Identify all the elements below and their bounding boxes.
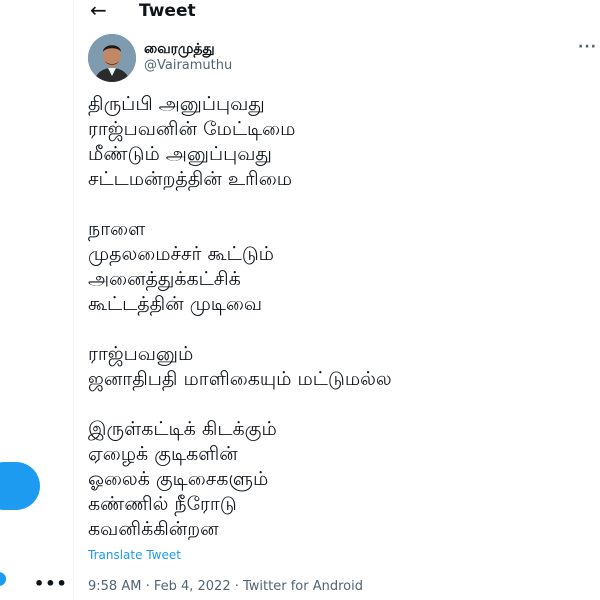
compose-tweet-button[interactable] bbox=[0, 462, 40, 510]
tweet-line: சட்டமன்றத்தின் உரிமை bbox=[88, 168, 292, 190]
author-name[interactable]: வைரமுத்து bbox=[144, 40, 215, 58]
tweet-line: அனைத்துக்கட்சிக் bbox=[88, 268, 241, 290]
tweet-line: மீண்டும் அனுப்புவது bbox=[88, 143, 272, 165]
tweet-text: திருப்பி அனுப்புவது ராஜ்பவனின் மேட்டிமை … bbox=[88, 92, 588, 542]
tweet-line: ராஜ்பவனும் bbox=[88, 343, 194, 365]
tweet-line: நாளை bbox=[88, 218, 146, 240]
column-divider bbox=[73, 0, 74, 600]
page-title: Tweet bbox=[139, 1, 196, 21]
author-handle[interactable]: @Vairamuthu bbox=[144, 58, 232, 74]
tweet-timestamp[interactable]: 9:58 AM · Feb 4, 2022 · Twitter for Andr… bbox=[88, 579, 363, 595]
tweet-line: ராஜ்பவனின் மேட்டிமை bbox=[88, 118, 296, 140]
tweet-line: ஜனாதிபதி மாளிகையும் மட்டுமல்ல bbox=[88, 368, 392, 390]
tweet-line: ஏழைக் குடிகளின் bbox=[88, 443, 238, 465]
account-more-icon[interactable]: ••• bbox=[34, 576, 68, 592]
tweet-line: கண்ணில் நீரோடு bbox=[88, 493, 237, 515]
translate-tweet-link[interactable]: Translate Tweet bbox=[88, 547, 181, 563]
tweet-line: ஓலைக் குடிசைகளும் bbox=[88, 468, 269, 490]
ellipsis-icon[interactable]: ··· bbox=[578, 40, 597, 54]
tweet-line: இருள்கட்டிக் கிடக்கும் bbox=[88, 418, 277, 440]
arrow-left-icon[interactable]: ← bbox=[90, 0, 107, 22]
account-avatar[interactable] bbox=[0, 572, 6, 586]
author-avatar[interactable] bbox=[88, 34, 136, 82]
tweet-line: முதலமைச்சர் கூட்டும் bbox=[88, 243, 274, 265]
tweet-line: கவனிக்கின்றன bbox=[88, 518, 219, 540]
avatar-portrait bbox=[88, 34, 136, 82]
tweet-line: திருப்பி அனுப்புவது bbox=[88, 93, 265, 115]
left-sidebar: ••• bbox=[0, 0, 73, 600]
tweet-line: கூட்டத்தின் முடிவை bbox=[88, 293, 263, 315]
